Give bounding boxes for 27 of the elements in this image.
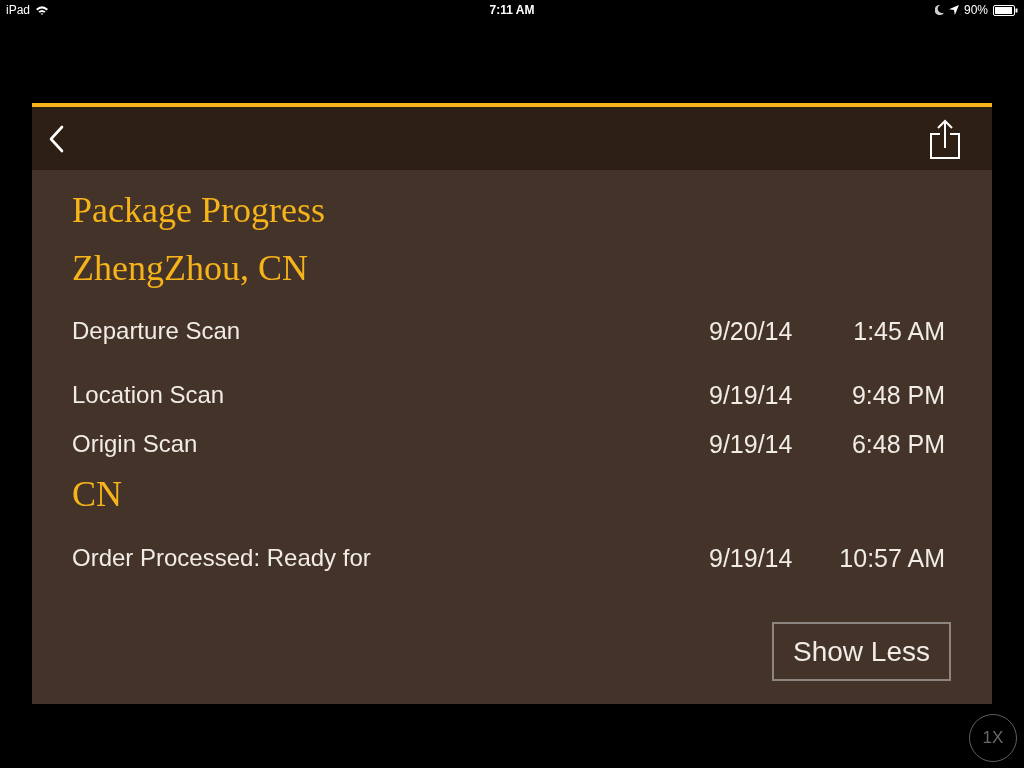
event-time: 1:45 AM — [853, 316, 945, 346]
clock-time: 7:11 AM — [489, 3, 535, 17]
activity-text: Departure Scan — [72, 316, 241, 346]
event-date: 9/20/14 — [709, 316, 793, 346]
device-name: iPad — [6, 3, 31, 17]
event-date: 9/19/14 — [709, 429, 793, 459]
panel-title: Package Progress — [72, 190, 325, 230]
moon-icon — [934, 5, 944, 15]
location-heading: ZhengZhou, CN — [72, 248, 308, 288]
event-time: 9:48 PM — [851, 380, 945, 410]
back-button[interactable] — [48, 124, 64, 153]
event-time: 6:48 PM — [851, 429, 945, 459]
chevron-left-icon — [48, 124, 64, 153]
activity-text: Location Scan — [72, 380, 225, 410]
activity-text: Origin Scan — [72, 429, 198, 459]
event-date: 9/19/14 — [709, 380, 793, 410]
location-heading: CN — [72, 474, 122, 514]
location-arrow-icon — [948, 5, 959, 15]
event-time: 10:57 AM — [839, 543, 945, 573]
wifi-icon — [35, 5, 50, 15]
show-less-button[interactable]: Show Less — [772, 622, 951, 681]
battery-percentage: 90% — [963, 3, 988, 17]
event-date: 9/19/14 — [709, 543, 793, 573]
share-button[interactable] — [930, 118, 960, 159]
share-icon — [930, 118, 960, 159]
battery-icon — [993, 4, 1018, 16]
activity-text: Order Processed: Ready for — [72, 543, 371, 573]
